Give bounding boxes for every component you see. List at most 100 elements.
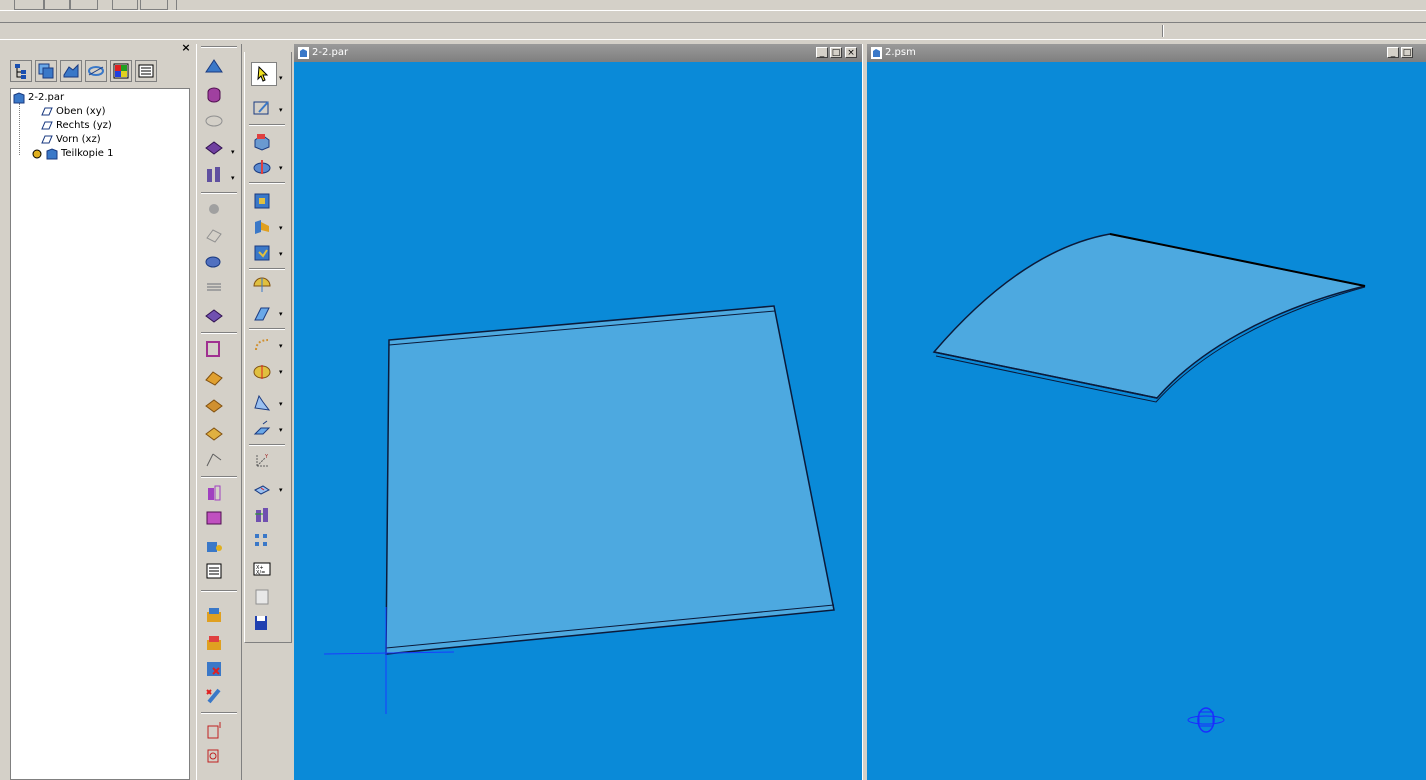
color-tab[interactable] xyxy=(110,60,132,82)
variables-tool[interactable]: X+ X/= xyxy=(251,558,275,580)
toolbar-button-1[interactable] xyxy=(14,0,44,10)
variable-table-tool[interactable] xyxy=(203,560,227,582)
dropdown-arrow[interactable]: ▾ xyxy=(231,148,235,156)
tree-item-vorn[interactable]: Vorn (xz) xyxy=(41,133,101,147)
pattern-tool[interactable] xyxy=(203,224,227,246)
toolbar-button-2[interactable] xyxy=(44,0,70,10)
offset-surface-tool[interactable] xyxy=(203,366,227,388)
mirror-body-tool[interactable] xyxy=(251,504,275,526)
close-pane-button[interactable]: × xyxy=(180,42,192,54)
revolved-protrusion-tool[interactable] xyxy=(251,156,275,178)
sheet-surface[interactable] xyxy=(385,305,835,655)
window-titlebar[interactable]: 2-2.par _ □ × xyxy=(294,44,862,62)
attach-tool[interactable] xyxy=(203,534,227,556)
tree-item-teilkopie[interactable]: Teilkopie 1 xyxy=(31,147,114,161)
thicken-tool[interactable] xyxy=(203,394,227,416)
properties-tab[interactable] xyxy=(135,60,157,82)
protrusion-tool[interactable] xyxy=(251,130,275,152)
3d-viewport[interactable] xyxy=(294,62,862,780)
revolve-tool[interactable] xyxy=(203,84,227,106)
draft-tool[interactable] xyxy=(203,250,227,272)
intersect-tool[interactable] xyxy=(203,448,227,470)
open-part-icon xyxy=(207,636,221,650)
tools-toolbar: ▾ ▾ ▾ ▾ ▾ ▾ ▾ ▾ ▾ ▾ Y ▾ X+ X/= xyxy=(244,52,292,643)
dropdown-arrow[interactable]: ▾ xyxy=(279,342,283,350)
revolve-icon xyxy=(207,87,221,103)
pattern-body-tool[interactable] xyxy=(251,530,275,552)
corner-tool[interactable] xyxy=(251,334,275,356)
lofted-flange-icon xyxy=(253,277,271,292)
3d-viewport[interactable] xyxy=(867,62,1426,780)
close-button[interactable]: × xyxy=(845,47,857,58)
thread-tool[interactable] xyxy=(203,276,227,298)
gusset-tool[interactable] xyxy=(251,418,275,440)
dropdown-arrow[interactable]: ▾ xyxy=(279,486,283,494)
dropdown-arrow[interactable]: ▾ xyxy=(279,426,283,434)
dropdown-arrow[interactable]: ▾ xyxy=(279,74,283,82)
tree-root[interactable]: 2-2.par xyxy=(13,91,64,105)
sketch-tab[interactable] xyxy=(85,60,107,82)
louver-tool[interactable] xyxy=(251,392,275,414)
shell-tool[interactable] xyxy=(203,304,227,326)
thin-wall-tool[interactable] xyxy=(203,164,227,186)
toolbar-button-4[interactable] xyxy=(112,0,138,10)
move-down-tool[interactable] xyxy=(203,744,227,766)
louver-icon xyxy=(254,394,271,411)
trim-tool[interactable] xyxy=(203,422,227,444)
dropdown-arrow[interactable]: ▾ xyxy=(279,310,283,318)
feature-tree-tab[interactable] xyxy=(10,60,32,82)
flange-icon xyxy=(255,220,269,234)
cutout-tool[interactable] xyxy=(203,136,227,158)
minimize-button[interactable]: _ xyxy=(816,47,828,58)
part-copy-tool[interactable] xyxy=(203,508,227,530)
flange-tool[interactable] xyxy=(251,216,275,238)
dropdown-arrow[interactable]: ▾ xyxy=(279,250,283,258)
dimple-tool[interactable] xyxy=(251,360,275,382)
tree-item-oben[interactable]: Oben (xy) xyxy=(41,105,106,119)
open-part-tool[interactable] xyxy=(203,632,227,654)
dropdown-arrow[interactable]: ▾ xyxy=(279,368,283,376)
parts-tab[interactable] xyxy=(60,60,82,82)
minimize-button[interactable]: _ xyxy=(1387,47,1399,58)
break-corner-tool[interactable] xyxy=(251,478,275,500)
insert-part-tool[interactable] xyxy=(203,604,227,626)
round-tool[interactable] xyxy=(203,198,227,220)
toolbar-separator xyxy=(201,192,237,194)
break-corner-icon xyxy=(254,485,270,495)
move-up-tool[interactable] xyxy=(203,718,227,740)
save-tool[interactable] xyxy=(251,612,275,634)
remove-tool[interactable] xyxy=(203,684,227,706)
maximize-button[interactable]: □ xyxy=(830,47,842,58)
bend-tool[interactable] xyxy=(251,302,275,324)
parts-icon xyxy=(63,63,79,78)
properties-doc-tool[interactable] xyxy=(251,586,275,608)
dropdown-arrow[interactable]: ▾ xyxy=(279,164,283,172)
extrude-tool[interactable] xyxy=(203,56,227,78)
dropdown-arrow[interactable]: ▾ xyxy=(279,106,283,114)
sketch-tool[interactable] xyxy=(251,96,275,118)
dropdown-arrow[interactable]: ▾ xyxy=(279,224,283,232)
toolbar-button-3[interactable] xyxy=(70,0,98,10)
layers-tab[interactable] xyxy=(35,60,57,82)
box-arrow-down-icon xyxy=(207,749,219,763)
lofted-flange-tool[interactable] xyxy=(251,274,275,296)
select-tool[interactable] xyxy=(251,62,277,86)
hole-tool[interactable] xyxy=(203,110,227,132)
tree-item-rechts[interactable]: Rechts (yz) xyxy=(41,119,112,133)
toolbar-button-5[interactable] xyxy=(140,0,168,10)
box-arrow-up-icon xyxy=(207,722,221,739)
extrude-icon xyxy=(205,59,223,73)
sphere-icon xyxy=(209,204,219,214)
delete-part-tool[interactable] xyxy=(203,658,227,680)
surface-tool[interactable] xyxy=(203,338,227,360)
maximize-button[interactable]: □ xyxy=(1401,47,1413,58)
tab-tool[interactable] xyxy=(251,190,275,212)
dropdown-arrow[interactable]: ▾ xyxy=(279,400,283,408)
contour-flange-tool[interactable] xyxy=(251,242,275,264)
window-titlebar[interactable]: 2.psm _ □ xyxy=(867,44,1426,62)
gusset-icon xyxy=(253,420,271,435)
coordinate-system-tool[interactable]: Y xyxy=(251,450,275,472)
dropdown-arrow[interactable]: ▾ xyxy=(231,174,235,182)
curved-sheet-surface[interactable] xyxy=(932,233,1366,399)
mirror-tool[interactable] xyxy=(203,482,227,504)
